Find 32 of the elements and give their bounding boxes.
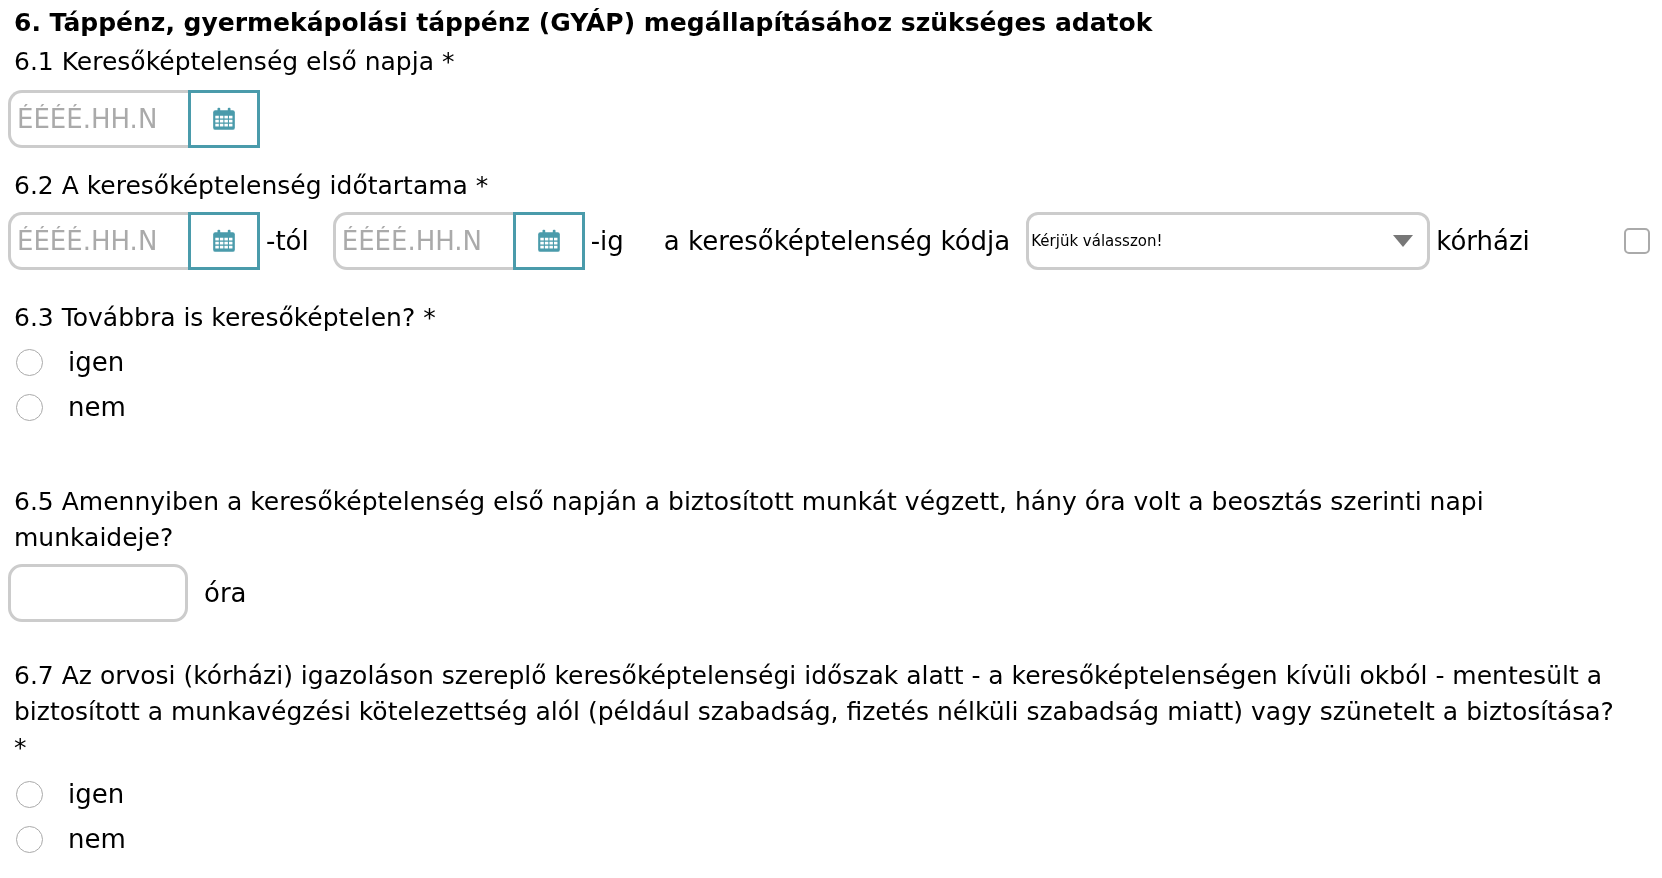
calendar-icon (211, 106, 237, 132)
field-label: a keresőképtelenség kódja (663, 224, 1011, 258)
option-label: nem (68, 391, 126, 424)
calendar-button[interactable] (512, 212, 585, 270)
calendar-button[interactable] (188, 90, 260, 148)
question-label: 6.2 A keresőképtelenség időtartama * (14, 170, 490, 202)
checkbox-label: kórházi (1436, 224, 1530, 258)
caret-icon (1393, 235, 1414, 247)
question-label: 6.3 Továbbra is keresőképtelen? * (14, 302, 437, 334)
suffix-label: -ig (590, 224, 624, 258)
option-label: nem (68, 823, 126, 856)
radio-button[interactable] (16, 826, 43, 853)
radio-button[interactable] (16, 349, 43, 376)
option-label: igen (68, 778, 125, 811)
calendar-icon (211, 228, 237, 254)
section-heading: 6. Táppénz, gyermekápolási táppénz (GYÁP) megállapításához szükséges adatok (14, 7, 1154, 39)
question-label: 6.5 Amennyiben a keresőképtelenség első napján a biztosított munkát végzett, hány óra volt a beosztás szerinti napi munkaideje? (14, 486, 1485, 554)
radio-button[interactable] (16, 394, 43, 421)
hours-field[interactable] (8, 564, 188, 622)
unit-label: óra (204, 576, 247, 610)
code-dropdown[interactable]: Kérjük válasszon! (1026, 212, 1431, 270)
calendar-icon (535, 228, 562, 254)
question-label: 6.7 Az orvosi (kórházi) igazoláson szereplő keresőképtelenségi időszak alatt - a keresőképtelenségen kívüli okból - mentesült a biztosított a munkavégzési kötelezettség alól (például szabadság, fizetés nélküli szabadság miatt) vagy szünetelt a biztosítása? * (14, 660, 1615, 764)
date-field[interactable]: ÉÉÉÉ.HH.N (332, 212, 513, 270)
date-field[interactable]: ÉÉÉÉ.HH.N (8, 90, 188, 148)
radio-button[interactable] (16, 781, 43, 808)
question-label: 6.1 Keresőképtelenség első napja * (14, 46, 456, 78)
date-field[interactable]: ÉÉÉÉ.HH.N (8, 212, 188, 270)
calendar-button[interactable] (188, 212, 260, 270)
hospital-checkbox[interactable] (1624, 228, 1650, 254)
suffix-label: -tól (266, 224, 309, 258)
option-label: igen (68, 346, 125, 379)
